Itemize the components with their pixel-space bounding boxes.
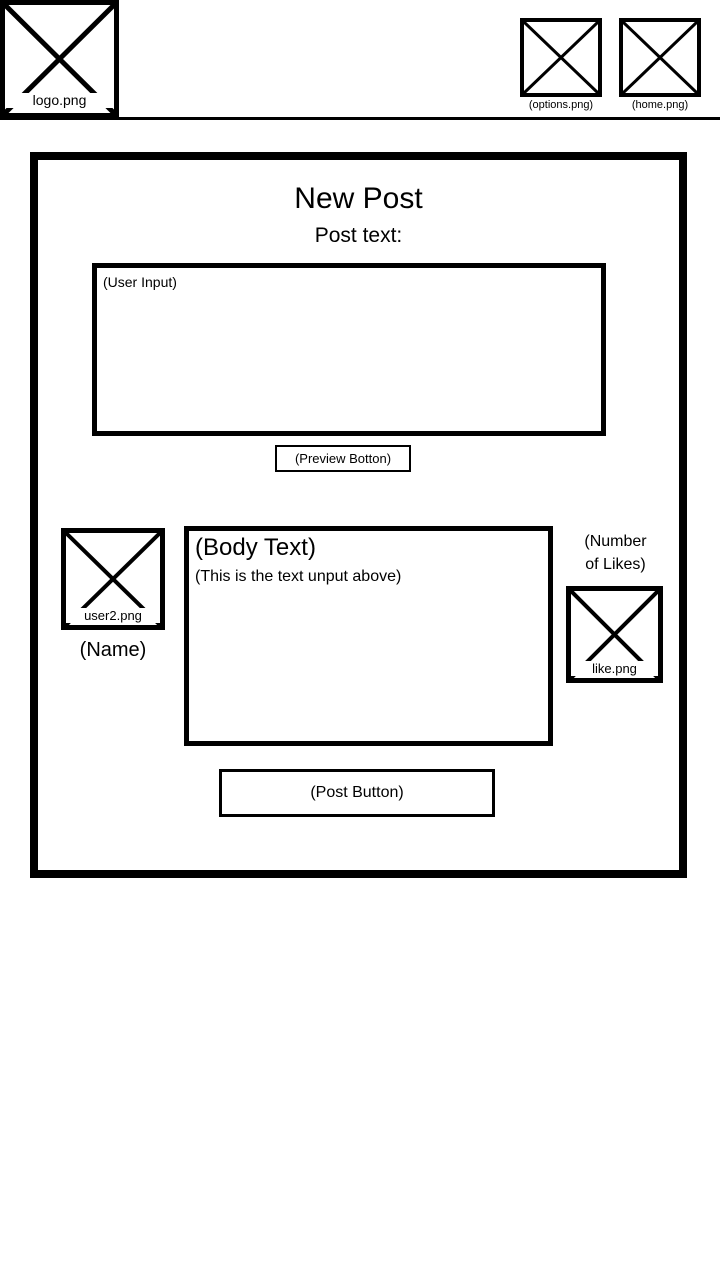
logo-caption: logo.png bbox=[5, 93, 114, 108]
page: logo.png (options.png) (home.png) New Po… bbox=[0, 0, 720, 1280]
preview-button[interactable]: (Preview Botton) bbox=[275, 445, 411, 472]
likes-count-line2: of Likes) bbox=[585, 556, 646, 573]
body-text-content: (This is the text unput above) bbox=[195, 568, 402, 585]
home-icon[interactable] bbox=[619, 18, 701, 97]
author-name: (Name) bbox=[79, 639, 147, 661]
image-placeholder-icon bbox=[623, 22, 697, 93]
avatar-caption: user2.png bbox=[66, 608, 160, 623]
body-text-title: (Body Text) bbox=[195, 534, 316, 561]
avatar: user2.png bbox=[61, 528, 165, 630]
page-title: New Post bbox=[294, 182, 423, 215]
post-text-label: Post text: bbox=[314, 224, 403, 247]
logo-image[interactable]: logo.png bbox=[0, 0, 119, 118]
likes-count-line1: (Number bbox=[584, 533, 647, 550]
new-post-card: New Post Post text: (User Input) (Previe… bbox=[30, 152, 687, 878]
post-button[interactable]: (Post Button) bbox=[219, 769, 495, 817]
post-text-input[interactable]: (User Input) bbox=[92, 263, 606, 436]
post-text-placeholder: (User Input) bbox=[103, 274, 177, 290]
like-button[interactable]: like.png bbox=[566, 586, 663, 683]
body-text-preview: (Body Text) (This is the text unput abov… bbox=[184, 526, 553, 746]
options-icon[interactable] bbox=[520, 18, 602, 97]
image-placeholder-icon bbox=[524, 22, 598, 93]
likes-count: (Number of Likes) bbox=[558, 530, 673, 576]
like-caption: like.png bbox=[571, 661, 658, 676]
options-caption: (options.png) bbox=[528, 99, 594, 111]
home-caption: (home.png) bbox=[631, 99, 689, 111]
header-divider bbox=[0, 117, 720, 120]
